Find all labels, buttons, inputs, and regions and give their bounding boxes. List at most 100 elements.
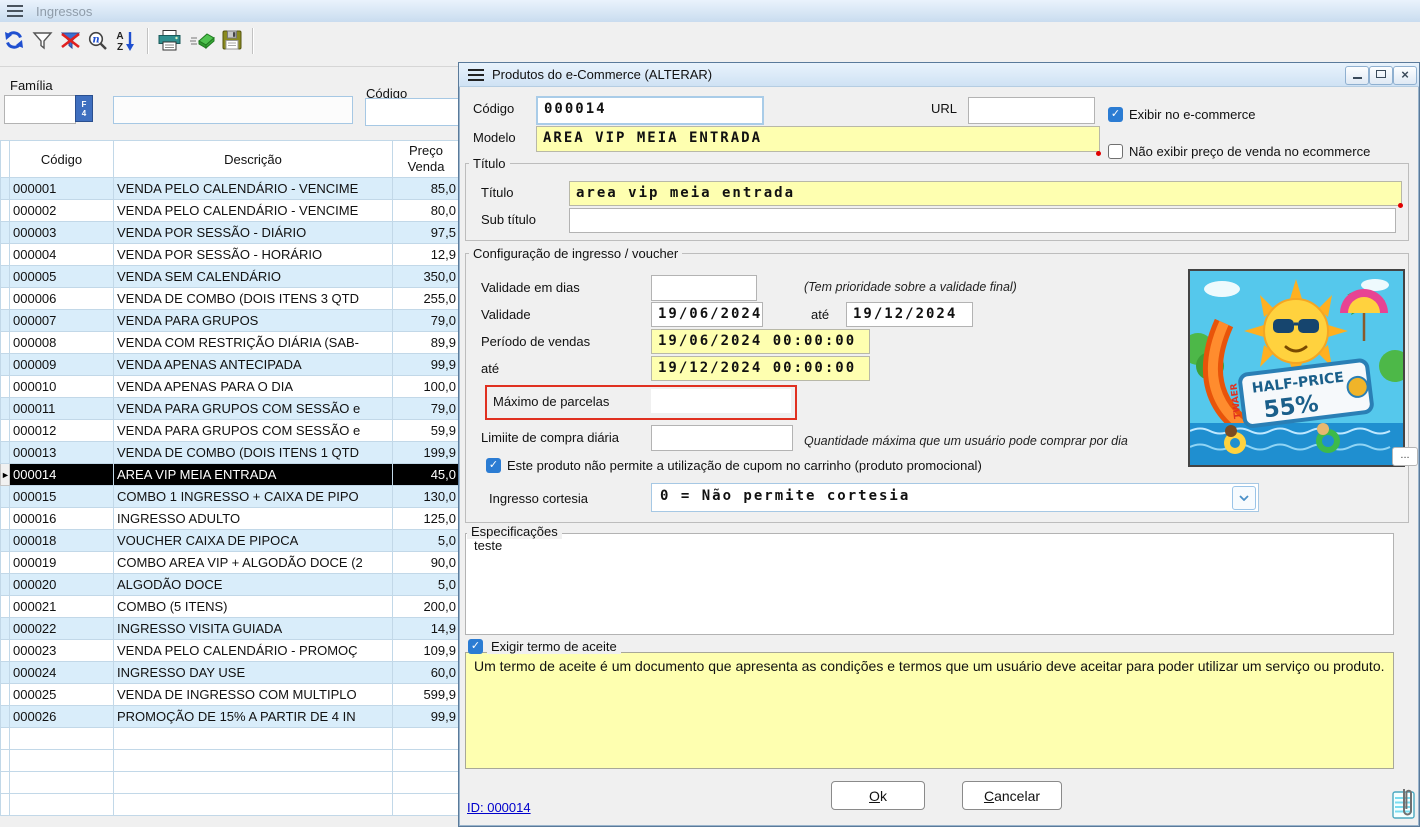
row-selector-cell[interactable]: ► bbox=[1, 464, 10, 486]
sort-az-icon[interactable]: A Z bbox=[115, 29, 137, 56]
familia-input[interactable] bbox=[4, 95, 76, 124]
max-parcelas-input[interactable] bbox=[651, 389, 791, 413]
row-selector-cell[interactable] bbox=[1, 178, 10, 200]
row-selector-cell[interactable] bbox=[1, 332, 10, 354]
code-cell[interactable]: 000022 bbox=[10, 618, 114, 640]
browse-image-button[interactable]: ... bbox=[1392, 447, 1418, 466]
modelo-field[interactable]: AREA VIP MEIA ENTRADA bbox=[536, 126, 1100, 152]
code-cell[interactable] bbox=[10, 772, 114, 794]
termo-textarea[interactable]: Um termo de aceite é um documento que ap… bbox=[465, 652, 1394, 769]
price-cell[interactable] bbox=[393, 728, 460, 750]
price-cell[interactable]: 85,0 bbox=[393, 178, 460, 200]
price-cell[interactable]: 90,0 bbox=[393, 552, 460, 574]
row-selector-cell[interactable] bbox=[1, 684, 10, 706]
description-cell[interactable]: VENDA PELO CALENDÁRIO - PROMOÇ bbox=[114, 640, 393, 662]
price-cell[interactable]: 89,9 bbox=[393, 332, 460, 354]
description-cell[interactable]: VENDA PARA GRUPOS COM SESSÃO e bbox=[114, 398, 393, 420]
row-selector-cell[interactable] bbox=[1, 420, 10, 442]
description-cell[interactable]: VENDA POR SESSÃO - DIÁRIO bbox=[114, 222, 393, 244]
dialog-menu-icon[interactable] bbox=[468, 69, 484, 81]
price-cell[interactable]: 79,0 bbox=[393, 310, 460, 332]
table-row[interactable]: 000021COMBO (5 ITENS)200,0 bbox=[1, 596, 460, 618]
cupom-checkbox[interactable]: ✓ bbox=[486, 458, 501, 473]
row-selector-cell[interactable] bbox=[1, 354, 10, 376]
table-row[interactable]: 000005VENDA SEM CALENDÁRIO350,0 bbox=[1, 266, 460, 288]
code-cell[interactable]: 000002 bbox=[10, 200, 114, 222]
price-cell[interactable]: 125,0 bbox=[393, 508, 460, 530]
description-cell[interactable]: ALGODÃO DOCE bbox=[114, 574, 393, 596]
description-cell[interactable]: COMBO 1 INGRESSO + CAIXA DE PIPO bbox=[114, 486, 393, 508]
price-cell[interactable]: 200,0 bbox=[393, 596, 460, 618]
table-row[interactable]: 000018VOUCHER CAIXA DE PIPOCA5,0 bbox=[1, 530, 460, 552]
row-selector-cell[interactable] bbox=[1, 376, 10, 398]
table-row[interactable]: 000009VENDA APENAS ANTECIPADA99,9 bbox=[1, 354, 460, 376]
table-row[interactable]: 000023VENDA PELO CALENDÁRIO - PROMOÇ109,… bbox=[1, 640, 460, 662]
code-cell[interactable]: 000020 bbox=[10, 574, 114, 596]
description-cell[interactable]: VENDA PARA GRUPOS bbox=[114, 310, 393, 332]
row-selector-cell[interactable] bbox=[1, 530, 10, 552]
close-button[interactable]: × bbox=[1393, 66, 1417, 85]
description-cell[interactable]: VENDA DE INGRESSO COM MULTIPLO bbox=[114, 684, 393, 706]
table-row[interactable]: 000019COMBO AREA VIP + ALGODÃO DOCE (290… bbox=[1, 552, 460, 574]
product-image[interactable]: HALF-PRICE 55% TWAER bbox=[1188, 269, 1405, 467]
row-selector-cell[interactable] bbox=[1, 640, 10, 662]
row-selector-cell[interactable] bbox=[1, 200, 10, 222]
price-cell[interactable]: 45,0 bbox=[393, 464, 460, 486]
description-cell[interactable]: INGRESSO ADULTO bbox=[114, 508, 393, 530]
description-cell[interactable]: VENDA PELO CALENDÁRIO - VENCIME bbox=[114, 178, 393, 200]
description-cell[interactable]: PROMOÇÃO DE 15% A PARTIR DE 4 IN bbox=[114, 706, 393, 728]
clear-filter-icon[interactable] bbox=[59, 30, 82, 54]
row-selector-cell[interactable] bbox=[1, 442, 10, 464]
code-cell[interactable]: 000001 bbox=[10, 178, 114, 200]
col-header-preco[interactable]: Preço Venda bbox=[393, 141, 460, 178]
price-cell[interactable]: 59,9 bbox=[393, 420, 460, 442]
row-selector-cell[interactable] bbox=[1, 596, 10, 618]
description-cell[interactable] bbox=[114, 794, 393, 816]
id-link[interactable]: ID: 000014 bbox=[467, 800, 531, 815]
description-cell[interactable]: AREA VIP MEIA ENTRADA bbox=[114, 464, 393, 486]
price-cell[interactable]: 130,0 bbox=[393, 486, 460, 508]
price-cell[interactable]: 5,0 bbox=[393, 530, 460, 552]
table-row[interactable]: 000004VENDA POR SESSÃO - HORÁRIO12,9 bbox=[1, 244, 460, 266]
code-cell[interactable]: 000015 bbox=[10, 486, 114, 508]
table-row[interactable]: 000002VENDA PELO CALENDÁRIO - VENCIME80,… bbox=[1, 200, 460, 222]
description-cell[interactable]: VENDA DE COMBO (DOIS ITENS 1 QTD bbox=[114, 442, 393, 464]
especificacoes-textarea[interactable]: teste bbox=[465, 533, 1394, 635]
chevron-down-icon[interactable] bbox=[1232, 486, 1256, 510]
row-selector-cell[interactable] bbox=[1, 618, 10, 640]
table-row[interactable]: 000013VENDA DE COMBO (DOIS ITENS 1 QTD19… bbox=[1, 442, 460, 464]
code-cell[interactable]: 000024 bbox=[10, 662, 114, 684]
price-cell[interactable]: 14,9 bbox=[393, 618, 460, 640]
description-cell[interactable]: INGRESSO DAY USE bbox=[114, 662, 393, 684]
code-cell[interactable]: 000016 bbox=[10, 508, 114, 530]
price-cell[interactable]: 599,9 bbox=[393, 684, 460, 706]
row-selector-cell[interactable] bbox=[1, 244, 10, 266]
description-cell[interactable] bbox=[114, 772, 393, 794]
price-cell[interactable]: 350,0 bbox=[393, 266, 460, 288]
description-cell[interactable]: VENDA SEM CALENDÁRIO bbox=[114, 266, 393, 288]
code-cell[interactable]: 000005 bbox=[10, 266, 114, 288]
col-header-codigo[interactable]: Código bbox=[10, 141, 114, 178]
price-cell[interactable]: 99,9 bbox=[393, 706, 460, 728]
price-cell[interactable]: 255,0 bbox=[393, 288, 460, 310]
table-row[interactable]: 000012VENDA PARA GRUPOS COM SESSÃO e59,9 bbox=[1, 420, 460, 442]
row-selector-cell[interactable] bbox=[1, 772, 10, 794]
code-cell[interactable]: 000021 bbox=[10, 596, 114, 618]
row-selector-cell[interactable] bbox=[1, 794, 10, 816]
table-row[interactable] bbox=[1, 728, 460, 750]
row-selector-cell[interactable] bbox=[1, 266, 10, 288]
description-cell[interactable]: VENDA COM RESTRIÇÃO DIÁRIA (SAB- bbox=[114, 332, 393, 354]
code-cell[interactable] bbox=[10, 728, 114, 750]
cancel-button[interactable]: Cancelar bbox=[962, 781, 1062, 810]
row-selector-cell[interactable] bbox=[1, 750, 10, 772]
description-cell[interactable]: VENDA APENAS ANTECIPADA bbox=[114, 354, 393, 376]
description-cell[interactable]: VENDA APENAS PARA O DIA bbox=[114, 376, 393, 398]
table-row[interactable]: 000020ALGODÃO DOCE5,0 bbox=[1, 574, 460, 596]
price-cell[interactable]: 5,0 bbox=[393, 574, 460, 596]
ok-button[interactable]: Ok bbox=[831, 781, 925, 810]
price-cell[interactable] bbox=[393, 750, 460, 772]
description-cell[interactable]: VENDA PELO CALENDÁRIO - VENCIME bbox=[114, 200, 393, 222]
minimize-button[interactable] bbox=[1345, 66, 1369, 85]
code-cell[interactable]: 000008 bbox=[10, 332, 114, 354]
description-cell[interactable] bbox=[114, 728, 393, 750]
